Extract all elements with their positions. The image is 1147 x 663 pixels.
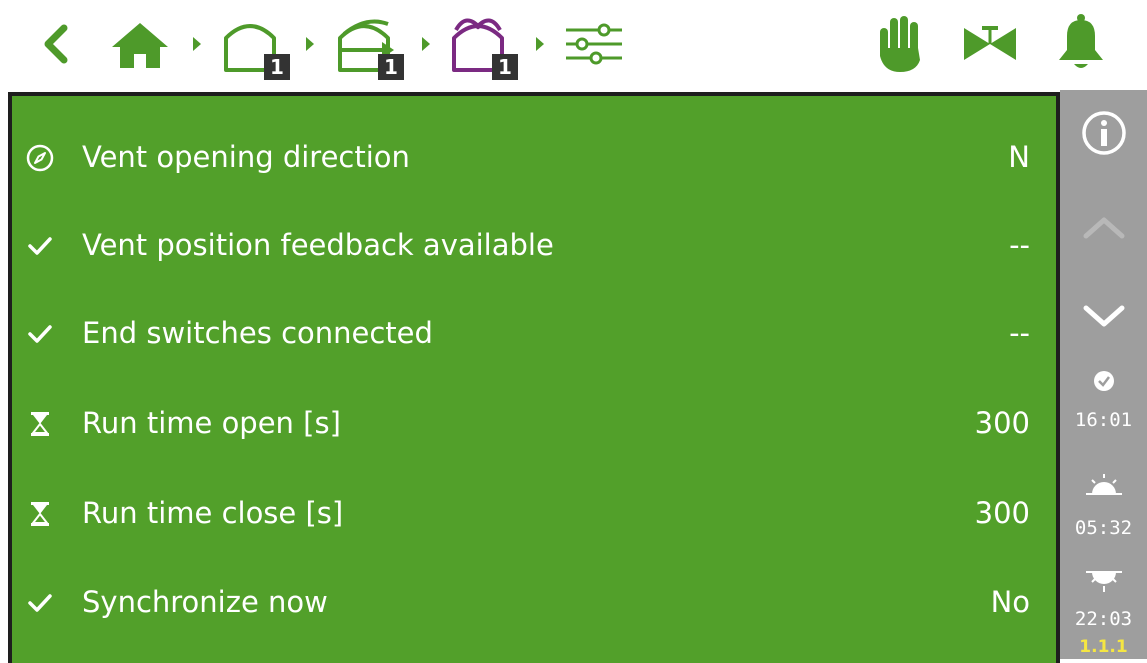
breadcrumb-separator-icon xyxy=(422,37,430,51)
check-icon xyxy=(28,325,52,343)
setting-label: Run time close [s] xyxy=(82,496,344,530)
sunrise-icon xyxy=(1086,474,1122,495)
setting-value[interactable]: 300 xyxy=(975,469,1030,557)
setting-value[interactable]: -- xyxy=(1009,201,1030,289)
scroll-down-icon[interactable] xyxy=(1082,304,1126,330)
setting-label: Run time open [s] xyxy=(82,406,341,440)
setting-label: Synchronize now xyxy=(82,585,328,619)
breadcrumb-separator-icon xyxy=(193,37,201,51)
right-sidebar: 16:01 05:32 22:03 1.1.1 xyxy=(1060,90,1147,659)
breadcrumb-separator-icon xyxy=(536,37,544,51)
setting-value[interactable]: -- xyxy=(1009,289,1030,377)
settings-sliders-icon[interactable] xyxy=(564,22,624,66)
vent-settings-panel: Vent opening direction N Vent position f… xyxy=(8,92,1060,663)
clock-time: 16:01 xyxy=(1074,409,1133,431)
sunrise-time: 05:32 xyxy=(1074,517,1133,539)
info-icon[interactable] xyxy=(1081,110,1127,156)
setting-value[interactable]: No xyxy=(991,558,1030,646)
setting-label: Vent opening direction xyxy=(82,140,410,174)
sunset-icon xyxy=(1086,571,1122,592)
setting-label: End switches connected xyxy=(82,316,433,350)
scroll-up-icon[interactable] xyxy=(1082,214,1126,240)
check-icon xyxy=(28,594,52,612)
back-icon[interactable] xyxy=(38,22,72,66)
setting-value[interactable]: N xyxy=(1008,113,1030,201)
software-version: 1.1.1 xyxy=(1079,637,1128,657)
setting-label: Vent position feedback available xyxy=(82,228,554,262)
setting-row-synchronize-now[interactable]: Synchronize now No xyxy=(12,558,1056,646)
valve-icon[interactable] xyxy=(962,22,1018,66)
top-toolbar: 1 1 1 xyxy=(0,0,1147,90)
hourglass-icon xyxy=(30,412,50,436)
setting-row-vent-position-feedback[interactable]: Vent position feedback available -- xyxy=(12,201,1056,289)
setting-row-end-switches[interactable]: End switches connected -- xyxy=(12,289,1056,377)
setting-row-run-time-close[interactable]: Run time close [s] 300 xyxy=(12,469,1056,557)
compass-icon xyxy=(26,144,54,172)
breadcrumb-separator-icon xyxy=(306,37,314,51)
vent-group-number-badge: 1 xyxy=(378,54,404,80)
setting-row-vent-opening-direction[interactable]: Vent opening direction N xyxy=(12,113,1056,201)
setting-row-run-time-open[interactable]: Run time open [s] 300 xyxy=(12,379,1056,467)
setting-value[interactable]: 300 xyxy=(975,379,1030,467)
check-icon xyxy=(28,237,52,255)
home-icon[interactable] xyxy=(110,20,170,70)
greenhouse-number-badge: 1 xyxy=(264,54,290,80)
manual-hand-icon[interactable] xyxy=(876,14,926,74)
vent-number-badge: 1 xyxy=(492,54,518,80)
clock-icon xyxy=(1094,371,1114,391)
hourglass-icon xyxy=(30,502,50,526)
alarm-bell-icon[interactable] xyxy=(1056,12,1106,72)
sunset-time: 22:03 xyxy=(1074,608,1133,630)
